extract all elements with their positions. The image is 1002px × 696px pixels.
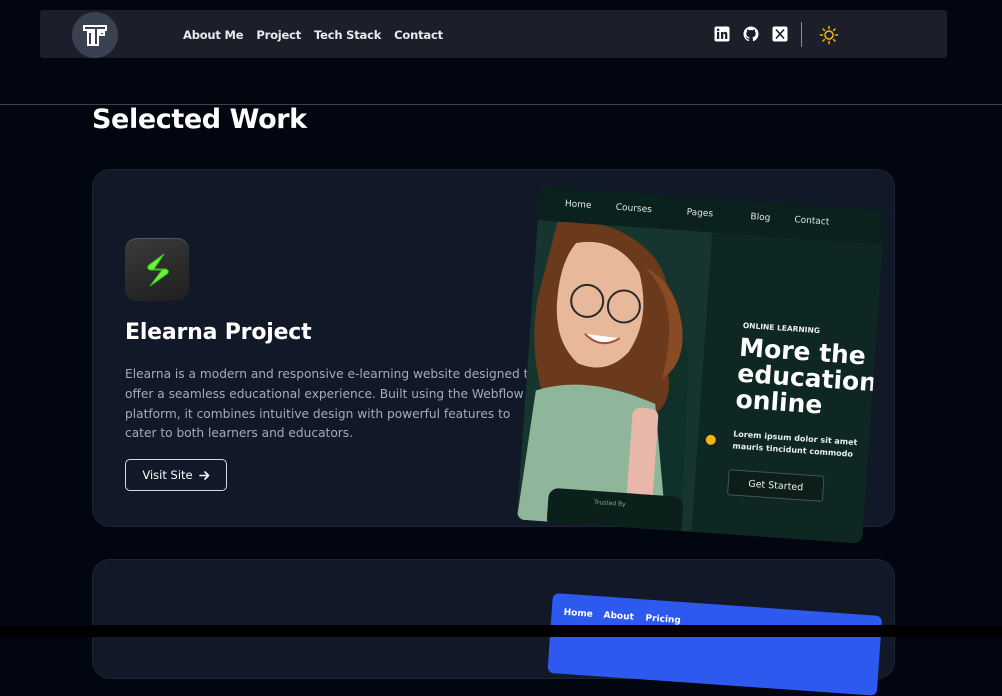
mockup-get-started-button: Get Started	[726, 469, 825, 502]
visit-site-button[interactable]: Visit Site	[125, 459, 227, 491]
navbar-divider	[801, 22, 802, 47]
navbar	[40, 10, 947, 58]
nav-links: About Me Project Tech Stack Contact	[183, 28, 443, 42]
nav-link-project[interactable]: Project	[256, 28, 301, 42]
mockup-dot	[705, 434, 717, 446]
mockup-headline: More the education online	[734, 332, 879, 420]
mockup-nav-item: Contact	[793, 215, 830, 228]
project-title: Elearna Project	[125, 320, 312, 345]
linkedin-icon[interactable]	[714, 26, 730, 42]
mockup-nav-item: Home	[564, 199, 592, 211]
x-twitter-icon[interactable]	[772, 26, 788, 42]
tt-logo-icon[interactable]	[72, 12, 118, 58]
section-title: Selected Work	[92, 104, 307, 135]
arrow-right-icon	[198, 470, 209, 480]
mockup-badge: Trusted By	[546, 487, 684, 538]
student-photo	[516, 220, 713, 532]
nav-link-about[interactable]: About Me	[183, 28, 244, 42]
nav-link-contact[interactable]: Contact	[394, 28, 443, 42]
sun-icon[interactable]	[819, 25, 839, 45]
mockup2-nav-item: About	[603, 610, 635, 623]
elearna-app-icon	[125, 238, 189, 301]
mockup2-nav-item: Home	[563, 607, 594, 620]
mockup-nav-item: Blog	[750, 212, 771, 224]
mockup-lorem: Lorem ipsum dolor sit amet mauris tincid…	[732, 429, 858, 459]
bottom-edge	[0, 625, 1002, 637]
nav-link-tech-stack[interactable]: Tech Stack	[314, 28, 381, 42]
mockup-nav-item: Pages	[686, 207, 714, 220]
project-description: Elearna is a modern and responsive e-lea…	[125, 367, 536, 441]
project-mockup-image[interactable]: Home Courses Pages Blog Contact ONLINE L…	[516, 186, 886, 544]
mockup-nav-item: Courses	[615, 202, 653, 216]
github-icon[interactable]	[743, 26, 759, 42]
visit-site-label: Visit Site	[142, 468, 193, 482]
